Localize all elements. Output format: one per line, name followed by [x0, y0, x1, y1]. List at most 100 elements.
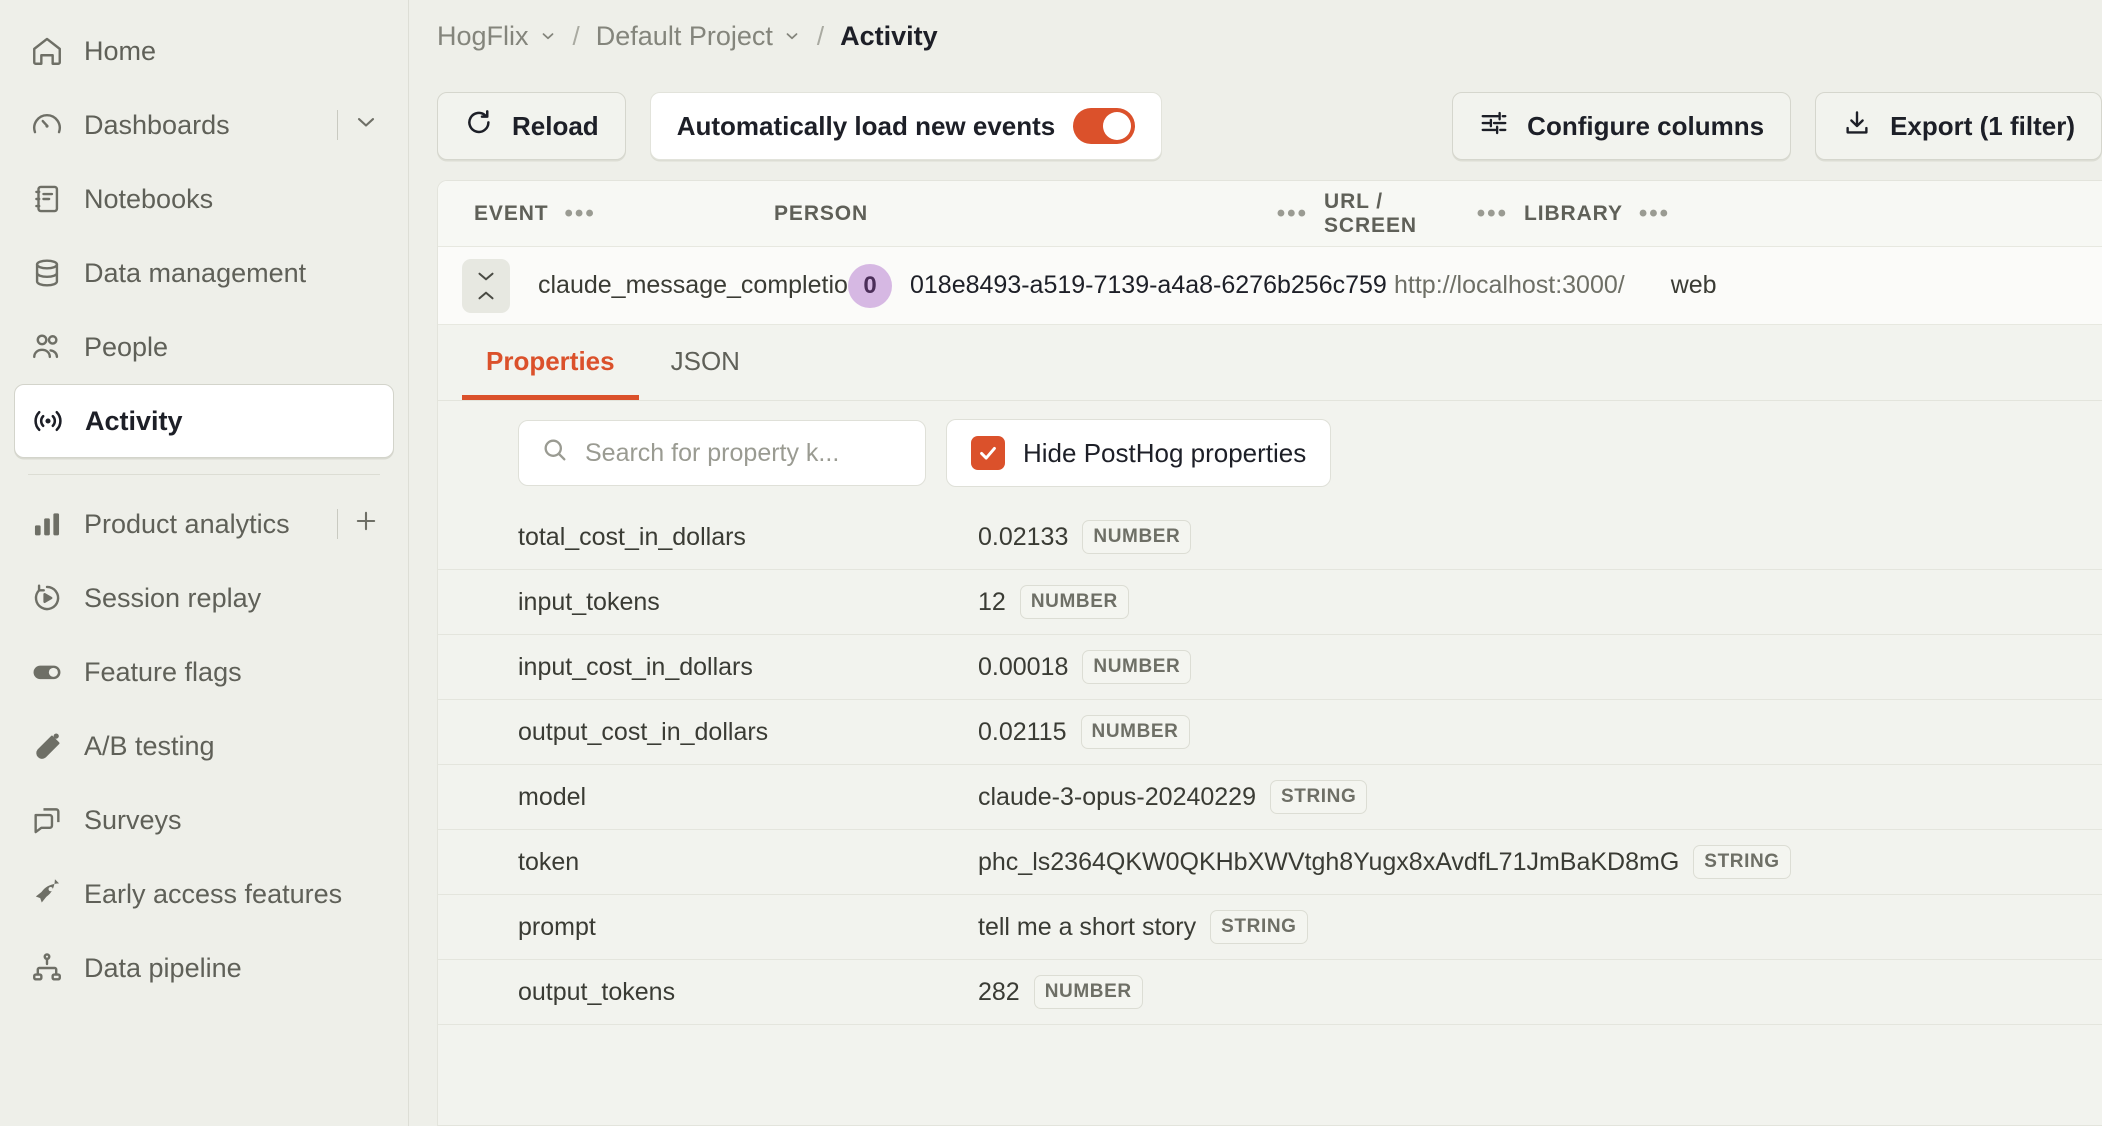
auto-load-label: Automatically load new events	[676, 110, 1056, 141]
property-row[interactable]: input_cost_in_dollars 0.00018 NUMBER	[438, 635, 2102, 700]
chevron-down-icon[interactable]	[352, 108, 380, 143]
property-row[interactable]: total_cost_in_dollars 0.02133 NUMBER	[438, 505, 2102, 570]
person-cell[interactable]: 0 018e8493-a519-7139-a4a8-6276b256c759…	[848, 263, 1390, 308]
sidebar-item-early-access-features[interactable]: Early access features	[14, 857, 394, 931]
sidebar-item-people[interactable]: People	[14, 310, 394, 384]
reload-button-label: Reload	[512, 110, 599, 141]
tab-properties[interactable]: Properties	[462, 346, 639, 400]
person-id[interactable]: 018e8493-a519-7139-a4a8-6276b256c759…	[910, 271, 1390, 300]
column-menu-icon[interactable]: •••	[1277, 200, 1308, 228]
property-key: output_cost_in_dollars	[518, 717, 769, 746]
breadcrumb-organization[interactable]: HogFlix	[437, 21, 557, 52]
sidebar-item-label: People	[84, 331, 169, 362]
plus-icon[interactable]	[352, 507, 380, 542]
sidebar-item-data-pipeline[interactable]: Data pipeline	[14, 931, 394, 1005]
posthog-app: Home Dashboards Notebooks Data managemen…	[0, 0, 2102, 1126]
property-key: total_cost_in_dollars	[518, 522, 746, 551]
page-title: Activity	[840, 20, 938, 51]
auto-load-switch[interactable]	[1073, 108, 1136, 144]
property-row[interactable]: model claude-3-opus-20240229 STRING	[438, 765, 2102, 830]
chevron-down-icon	[786, 33, 798, 40]
column-menu-icon[interactable]: •••	[1639, 200, 1670, 228]
auto-load-toggle[interactable]: Automatically load new events	[649, 92, 1163, 160]
bar-chart-icon	[28, 505, 66, 543]
property-key: model	[518, 782, 587, 811]
replay-icon	[28, 579, 66, 617]
sidebar-item-label: Dashboards	[84, 109, 230, 140]
sidebar-item-session-replay[interactable]: Session replay	[14, 561, 394, 635]
sidebar-item-feature-flags[interactable]: Feature flags	[14, 635, 394, 709]
table-row[interactable]: claude_message_completion 0 018e8493-a51…	[438, 247, 2102, 325]
sidebar-item-label: Home	[84, 35, 157, 66]
sidebar-item-notebooks[interactable]: Notebooks	[14, 162, 394, 236]
pipeline-icon	[28, 949, 66, 987]
dashboards-trailing	[336, 108, 381, 143]
property-key: output_tokens	[518, 977, 676, 1006]
url-cell[interactable]: http://localhost:3000/	[1394, 271, 1625, 300]
column-menu-icon[interactable]: •••	[565, 200, 596, 228]
collapse-row-button[interactable]	[462, 258, 510, 313]
sidebar-item-activity[interactable]: Activity	[14, 384, 394, 458]
reload-button[interactable]: Reload	[437, 92, 626, 160]
column-header-person-label: PERSON	[774, 201, 869, 225]
property-value-cell: claude-3-opus-20240229 STRING	[978, 780, 1368, 814]
property-type-badge: STRING	[1270, 780, 1368, 814]
sidebar-item-label: Feature flags	[84, 656, 242, 687]
property-key: input_tokens	[518, 587, 660, 616]
library-cell: web	[1670, 271, 1717, 299]
search-property-box[interactable]	[518, 420, 926, 486]
property-value: 0.00018	[978, 652, 1069, 681]
toolbar: Reload Automatically load new events Con…	[409, 72, 2102, 180]
activity-icon	[29, 402, 67, 440]
column-header-url[interactable]: URL / SCREEN •••	[1324, 190, 1524, 238]
sidebar-item-ab-testing[interactable]: A/B testing	[14, 709, 394, 783]
dashboard-icon	[28, 106, 66, 144]
sidebar-item-product-analytics[interactable]: Product analytics	[14, 487, 394, 561]
checkbox-checked-icon[interactable]	[971, 436, 1005, 470]
hide-posthog-properties-label: Hide PostHog properties	[1023, 437, 1307, 468]
column-header-event[interactable]: EVENT •••	[474, 200, 774, 228]
sidebar-item-label: Product analytics	[84, 508, 290, 539]
property-row[interactable]: input_tokens 12 NUMBER	[438, 570, 2102, 635]
breadcrumb-project[interactable]: Default Project	[596, 21, 801, 52]
column-header-person[interactable]: PERSON •••	[774, 200, 1324, 228]
people-icon	[28, 328, 66, 366]
property-row[interactable]: output_tokens 282 NUMBER	[438, 960, 2102, 1025]
breadcrumb-organization-label: HogFlix	[437, 20, 529, 51]
avatar: 0	[848, 263, 892, 308]
properties-list: total_cost_in_dollars 0.02133 NUMBER inp…	[438, 505, 2102, 1125]
flask-icon	[28, 727, 66, 765]
column-header-library[interactable]: LIBRARY •••	[1524, 200, 1724, 228]
property-row[interactable]: token phc_ls2364QKW0QKHbXWVtgh8Yugx8xAvd…	[438, 830, 2102, 895]
property-type-badge: NUMBER	[1033, 975, 1143, 1009]
sidebar-item-dashboards[interactable]: Dashboards	[14, 88, 394, 162]
property-key: prompt	[518, 912, 596, 941]
sidebar-item-home[interactable]: Home	[14, 14, 394, 88]
sidebar-item-label: Data management	[84, 257, 307, 288]
property-value: 282	[978, 977, 1020, 1006]
column-menu-icon[interactable]: •••	[1477, 200, 1508, 228]
property-value-cell: 0.00018 NUMBER	[978, 650, 1192, 684]
property-row[interactable]: output_cost_in_dollars 0.02115 NUMBER	[438, 700, 2102, 765]
sidebar-item-surveys[interactable]: Surveys	[14, 783, 394, 857]
property-row[interactable]: prompt tell me a short story STRING	[438, 895, 2102, 960]
hide-posthog-properties-checkbox[interactable]: Hide PostHog properties	[946, 419, 1332, 487]
tab-json[interactable]: JSON	[647, 346, 764, 400]
sidebar-item-label: Session replay	[84, 582, 262, 613]
sidebar-item-label: Early access features	[84, 878, 343, 909]
property-key: token	[518, 847, 580, 876]
sidebar-item-data-management[interactable]: Data management	[14, 236, 394, 310]
export-button[interactable]: Export (1 filter)	[1815, 92, 2102, 160]
event-name[interactable]: claude_message_completion	[538, 271, 848, 300]
configure-columns-button[interactable]: Configure columns	[1452, 92, 1792, 160]
divider	[336, 509, 338, 539]
chevron-down-icon	[478, 272, 494, 280]
sidebar-item-label: Data pipeline	[84, 952, 242, 983]
switch-knob	[1103, 112, 1132, 140]
breadcrumb-project-label: Default Project	[595, 20, 773, 51]
search-icon	[541, 436, 569, 471]
search-input[interactable]	[585, 438, 903, 468]
export-button-label: Export (1 filter)	[1890, 110, 2075, 141]
property-type-badge: NUMBER	[1019, 585, 1129, 619]
property-value-cell: 282 NUMBER	[978, 975, 1143, 1009]
